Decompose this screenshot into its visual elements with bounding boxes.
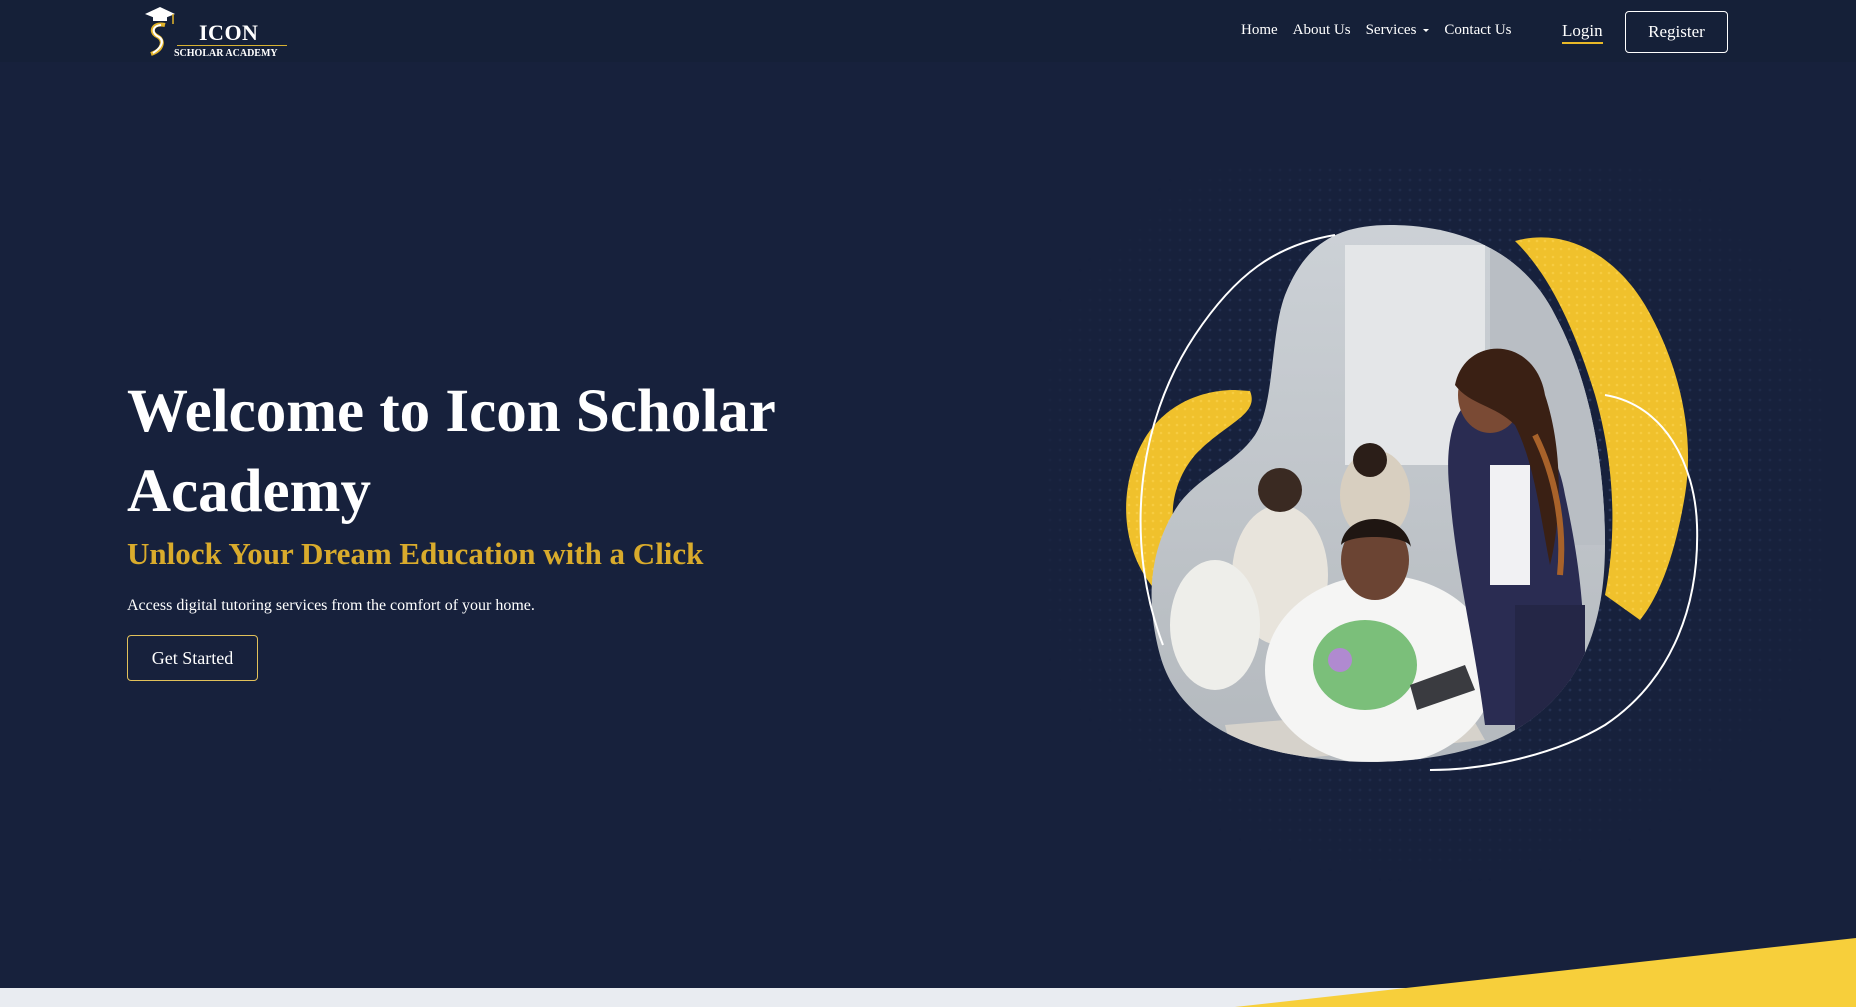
login-link[interactable]: Login	[1562, 21, 1603, 44]
hero-title: Welcome to Icon Scholar Academy	[127, 378, 775, 525]
nav-services[interactable]: Services	[1366, 22, 1430, 39]
nav-about-us[interactable]: About Us	[1293, 22, 1351, 39]
navbar: ICON SCHOLAR ACADEMY Home About Us Servi…	[0, 0, 1856, 62]
hero-illustration	[1045, 165, 1825, 885]
graduation-cap-icon	[145, 7, 175, 56]
get-started-button[interactable]: Get Started	[127, 635, 258, 681]
nav-services-label: Services	[1365, 22, 1417, 38]
chevron-down-icon	[1423, 29, 1430, 33]
page: ICON SCHOLAR ACADEMY Home About Us Servi…	[0, 0, 1856, 1007]
hero-description: Access digital tutoring services from th…	[127, 597, 535, 614]
brand-logo[interactable]: ICON SCHOLAR ACADEMY	[143, 4, 293, 60]
brand-tagline: SCHOLAR ACADEMY	[174, 48, 278, 59]
register-button[interactable]: Register	[1625, 11, 1728, 53]
main-nav: Home About Us Services Contact Us	[1241, 22, 1527, 39]
hero-subtitle: Unlock Your Dream Education with a Click	[127, 536, 704, 571]
nav-contact-us[interactable]: Contact Us	[1444, 22, 1511, 39]
brand-name: ICON	[199, 20, 259, 45]
nav-home[interactable]: Home	[1241, 22, 1278, 39]
bottom-strip	[0, 988, 1856, 1007]
brand-divider	[177, 45, 287, 46]
